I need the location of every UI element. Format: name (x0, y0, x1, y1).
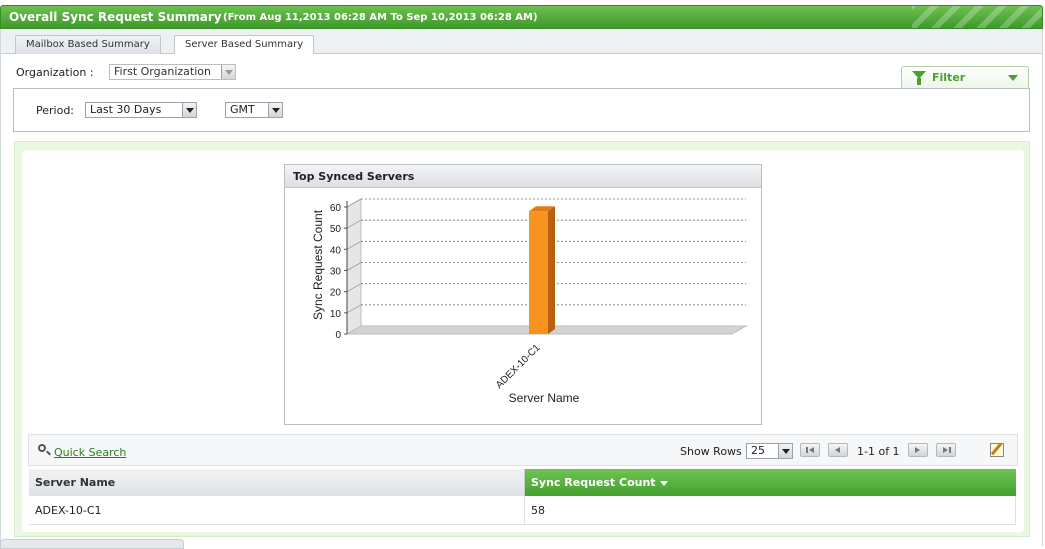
y-tick-label: 10 (330, 309, 342, 320)
tab-server-based-summary[interactable]: Server Based Summary (174, 35, 315, 55)
page-info: 1-1 of 1 (857, 445, 900, 458)
chevron-down-icon (268, 103, 282, 117)
funnel-icon (912, 71, 926, 85)
chevron-right-icon (915, 447, 920, 453)
edit-columns-icon[interactable] (990, 443, 1004, 457)
chevron-down-icon (221, 65, 235, 79)
column-header-sync-request-count[interactable]: Sync Request Count (524, 469, 1016, 496)
last-page-icon-arrow (943, 447, 948, 453)
filter-button[interactable]: Filter (901, 66, 1029, 88)
cell-server-name: ADEX-10-C1 (29, 496, 525, 525)
column-header-server-name[interactable]: Server Name (29, 469, 525, 496)
y-tick-label: 20 (330, 288, 342, 299)
y-tick-label: 60 (330, 203, 342, 214)
y-tick-label: 30 (330, 267, 342, 278)
organization-select[interactable]: First Organization (109, 64, 236, 80)
page-title: Overall Sync Request Summary (9, 10, 222, 24)
tab-mailbox-based-summary[interactable]: Mailbox Based Summary (15, 35, 161, 54)
title-decoration (912, 6, 1042, 28)
search-icon[interactable] (38, 444, 46, 452)
organization-value: First Organization (114, 65, 211, 78)
column-header-label: Sync Request Count (531, 476, 656, 489)
y-tick-label: 40 (330, 245, 342, 256)
rows-per-page-select[interactable]: 25 (746, 443, 793, 459)
bar (529, 211, 548, 334)
first-page-icon (806, 447, 808, 453)
chevron-down-icon (778, 444, 792, 458)
quick-search-link[interactable]: Quick Search (54, 446, 126, 459)
next-page-button[interactable] (908, 443, 928, 457)
last-page-icon (949, 447, 951, 453)
title-bar: Overall Sync Request Summary (From Aug 1… (0, 5, 1043, 29)
show-rows-label: Show Rows (680, 445, 742, 458)
rows-per-page-value: 25 (751, 444, 765, 457)
column-header-label: Server Name (35, 476, 116, 489)
sort-desc-icon (659, 480, 668, 486)
y-tick-label: 0 (335, 330, 341, 341)
last-page-button[interactable] (936, 443, 956, 457)
period-value: Last 30 Days (90, 103, 162, 116)
y-axis-title: Sync Request Count (311, 209, 325, 320)
timezone-value: GMT (230, 103, 255, 116)
organization-label: Organization : (16, 66, 94, 79)
y-tick-label: 50 (330, 224, 342, 235)
date-range: (From Aug 11,2013 06:28 AM To Sep 10,201… (223, 12, 538, 23)
chevron-left-icon (835, 447, 840, 453)
chevron-down-icon (182, 103, 196, 117)
filter-label: Filter (932, 71, 966, 84)
chevron-down-icon (1008, 75, 1018, 81)
bar-side (548, 206, 555, 334)
tab-strip: Mailbox Based Summary Server Based Summa… (0, 29, 1043, 55)
table-header-row: Server Name Sync Request Count (29, 469, 1016, 496)
first-page-button[interactable] (800, 443, 820, 457)
bar-chart: 0 10 20 30 40 50 60 ADEX-10-C1Server Name Sync R… (311, 198, 748, 405)
bottom-tab (0, 539, 184, 549)
previous-page-button[interactable] (828, 443, 848, 457)
period-select[interactable]: Last 30 Days (85, 102, 197, 118)
cell-sync-request-count: 58 (524, 496, 1016, 525)
period-label: Period: (36, 104, 75, 117)
chart-panel: Top Synced Servers 0 10 20 30 40 50 60 ADEX-10-… (284, 164, 762, 425)
timezone-select[interactable]: GMT (225, 102, 283, 118)
first-page-icon-arrow (809, 447, 814, 453)
server-table: Server Name Sync Request Count ADEX-10-C… (29, 469, 1016, 525)
x-axis-title: Server Name (509, 391, 580, 405)
x-tick-label: ADEX-10-C1 (494, 342, 543, 391)
table-row[interactable]: ADEX-10-C1 58 (29, 496, 1016, 525)
